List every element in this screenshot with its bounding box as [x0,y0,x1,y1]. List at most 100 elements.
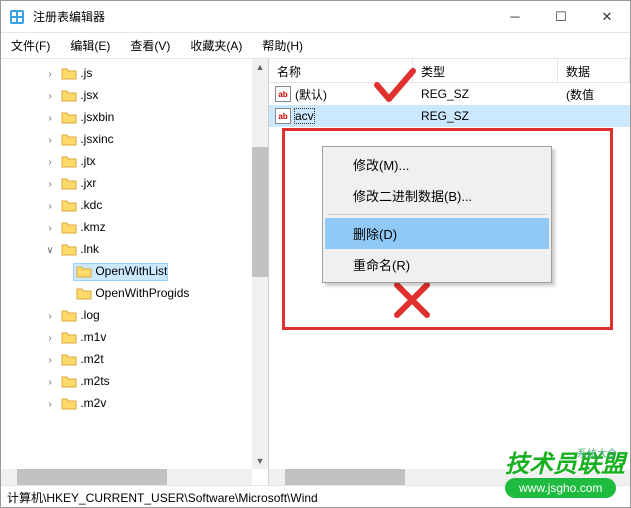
menubar: 文件(F) 编辑(E) 查看(V) 收藏夹(A) 帮助(H) [1,33,630,59]
tree-item[interactable]: › .m2ts [1,371,268,393]
folder-icon [61,132,77,146]
tree-expand-icon[interactable]: › [41,135,59,146]
folder-icon [61,374,77,388]
scroll-down-icon[interactable]: ▼ [252,453,268,469]
tree-expand-icon[interactable]: › [41,91,59,102]
app-icon [9,9,25,25]
folder-icon [61,110,77,124]
folder-icon [61,66,77,80]
tree-label: .m2v [59,396,106,412]
tree-label: .jsxbin [59,110,114,126]
window-controls: ─ ☐ ✕ [492,1,630,32]
tree-item[interactable]: › .m2t [1,349,268,371]
col-type[interactable]: 类型 [413,59,558,82]
menu-edit[interactable]: 编辑(E) [66,35,114,56]
tree-item[interactable]: › .m2v [1,393,268,415]
context-menu: 修改(M)... 修改二进制数据(B)... 删除(D) 重命名(R) [322,146,552,283]
tree-item[interactable]: OpenWithList [1,261,268,283]
value-name: acv [295,109,314,123]
tree-h-thumb[interactable] [17,469,167,485]
folder-icon [61,330,77,344]
tree-label: .jsxinc [59,132,114,148]
maximize-button[interactable]: ☐ [538,1,584,32]
tree-expand-icon[interactable]: › [41,223,59,234]
folder-icon [76,264,92,278]
values-header: 名称 类型 数据 [269,59,630,83]
string-value-icon: ab [275,108,291,124]
menu-help[interactable]: 帮助(H) [258,35,307,56]
menu-favorites[interactable]: 收藏夹(A) [186,35,246,56]
tree-h-scrollbar[interactable] [1,469,252,485]
registry-tree[interactable]: › .js› .jsx› .jsxbin› .jsxinc› .jtx› .jx… [1,59,268,415]
values-list[interactable]: ab(默认) REG_SZ(数值 abacvREG_SZ [269,83,630,127]
tree-item[interactable]: › .jsxbin [1,107,268,129]
tree-label: .kmz [59,220,106,236]
tree-item[interactable]: › .kmz [1,217,268,239]
col-name[interactable]: 名称 [269,59,413,82]
tree-item[interactable]: › .m1v [1,327,268,349]
values-h-thumb[interactable] [285,469,405,485]
tree-label: .m2t [59,352,104,368]
titlebar: 注册表编辑器 ─ ☐ ✕ [1,1,630,33]
tree-expand-icon[interactable]: › [41,311,59,322]
tree-expand-icon[interactable]: › [41,113,59,124]
tree-item[interactable]: › .kdc [1,195,268,217]
scroll-up-icon[interactable]: ▲ [252,59,268,75]
ctx-modify[interactable]: 修改(M)... [325,149,549,180]
status-path: 计算机\HKEY_CURRENT_USER\Software\Microsoft… [7,491,318,505]
tree-label: .jxr [59,176,96,192]
tree-expand-icon[interactable]: › [41,355,59,366]
tree-expand-icon[interactable]: › [41,377,59,388]
tree-expand-icon[interactable]: ∨ [41,245,59,256]
tree-item[interactable]: › .jxr [1,173,268,195]
value-type: REG_SZ [413,87,558,101]
tree-v-thumb[interactable] [252,147,268,277]
window-title: 注册表编辑器 [33,8,492,25]
folder-icon [61,396,77,410]
folder-icon [61,220,77,234]
close-button[interactable]: ✕ [584,1,630,32]
ctx-separator [327,214,547,215]
tree-label: .js [59,66,92,82]
tree-expand-icon[interactable]: › [41,333,59,344]
value-name: (默认) [295,86,327,103]
watermark-url: www.jsgho.com [505,478,616,498]
tree-expand-icon[interactable]: › [41,399,59,410]
tree-item[interactable]: › .jsx [1,85,268,107]
tree-item[interactable]: ∨ .lnk [1,239,268,261]
watermark: 系统大全 技术员联盟 www.jsgho.com [505,444,625,498]
tree-label: OpenWithList [74,264,167,280]
value-row[interactable]: ab(默认) REG_SZ(数值 [269,83,630,105]
value-row[interactable]: abacvREG_SZ [269,105,630,127]
tree-expand-icon[interactable]: › [41,179,59,190]
tree-label: .kdc [59,198,102,214]
string-value-icon: ab [275,86,291,102]
tree-item[interactable]: › .jsxinc [1,129,268,151]
tree-expand-icon[interactable]: › [41,201,59,212]
tree-item[interactable]: › .js [1,63,268,85]
col-data[interactable]: 数据 [558,59,630,82]
tree-item[interactable]: OpenWithProgids [1,283,268,305]
watermark-small: 系统大全 [577,445,617,460]
ctx-modify-binary[interactable]: 修改二进制数据(B)... [325,180,549,211]
ctx-rename[interactable]: 重命名(R) [325,249,549,280]
menu-file[interactable]: 文件(F) [7,35,54,56]
tree-item[interactable]: › .log [1,305,268,327]
minimize-button[interactable]: ─ [492,1,538,32]
tree-label: OpenWithProgids [74,286,189,302]
tree-item[interactable]: › .jtx [1,151,268,173]
tree-expand-icon[interactable]: › [41,69,59,80]
tree-label: .lnk [59,242,99,258]
tree-label: .jsx [59,88,98,104]
value-data: (数值 [558,86,630,103]
folder-icon [76,286,92,300]
folder-icon [61,198,77,212]
menu-view[interactable]: 查看(V) [126,35,174,56]
tree-v-scrollbar[interactable]: ▲ ▼ [252,59,268,469]
folder-icon [61,88,77,102]
ctx-delete[interactable]: 删除(D) [325,218,549,249]
folder-icon [61,176,77,190]
tree-expand-icon[interactable]: › [41,157,59,168]
folder-icon [61,352,77,366]
folder-icon [61,154,77,168]
